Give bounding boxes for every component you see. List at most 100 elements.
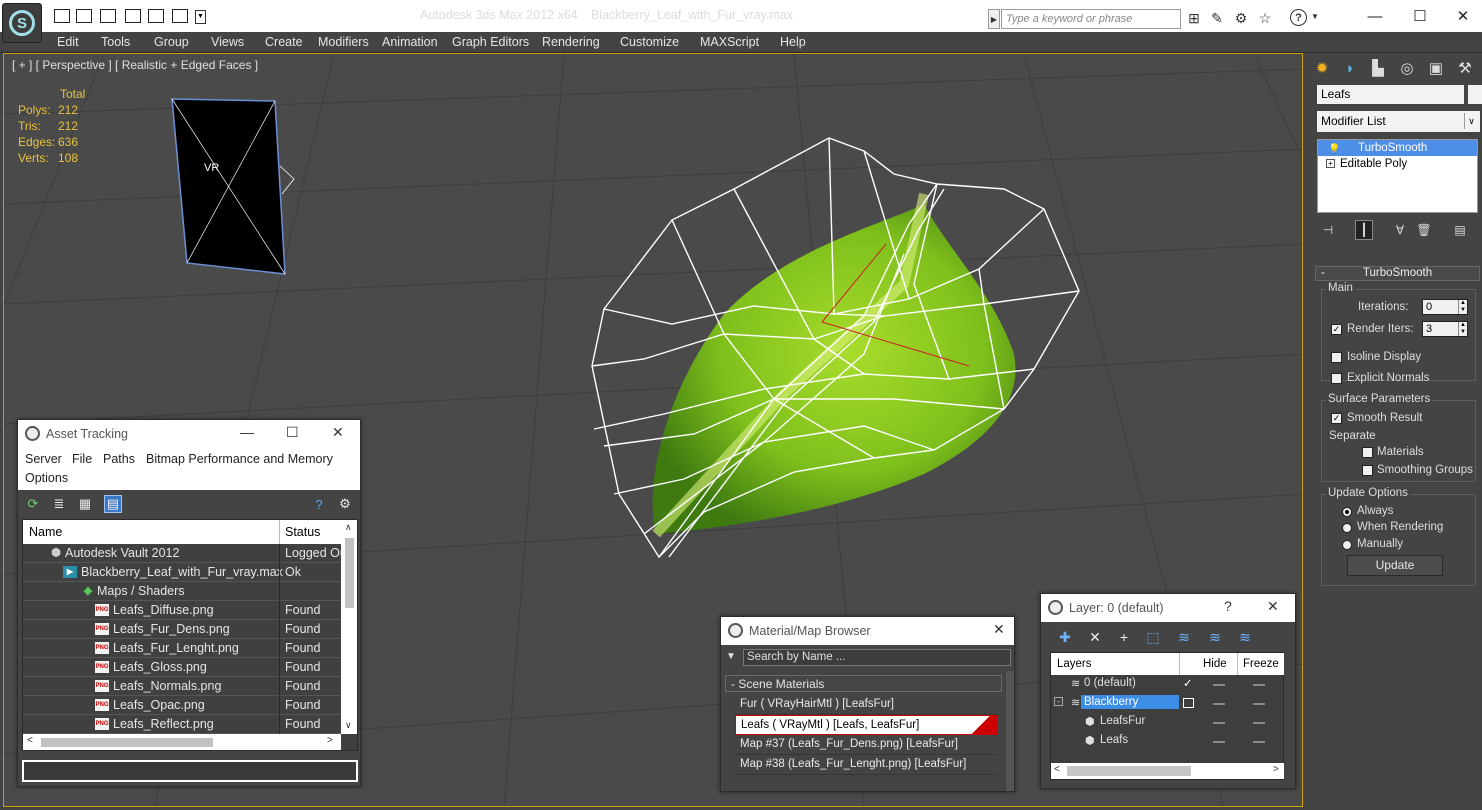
menu-maxscript[interactable]: MAXScript xyxy=(700,35,759,49)
subscription-icon[interactable]: ✎ xyxy=(1208,9,1226,27)
menu-server[interactable]: Server xyxy=(25,452,62,466)
table-row[interactable]: PNG Leafs_Reflect.png Found xyxy=(23,715,341,734)
scroll-right-icon[interactable]: > xyxy=(1273,764,1279,775)
menu-tools[interactable]: Tools xyxy=(101,35,130,49)
expand-plus-icon[interactable]: + xyxy=(1326,159,1335,168)
undo-icon[interactable] xyxy=(125,9,141,23)
freeze-all-layers-icon[interactable]: ≋ xyxy=(1235,628,1255,646)
material-search-input[interactable]: Search by Name ... xyxy=(743,649,1011,666)
scene-materials-section[interactable]: - Scene Materials xyxy=(725,675,1002,692)
maximize-icon[interactable]: ☐ xyxy=(286,424,299,441)
layer-row-default[interactable]: ≋ 0 (default) ✓ xyxy=(1051,675,1284,694)
iterations-spinner[interactable]: 0 ▲ ▼ xyxy=(1422,299,1468,315)
utilities-tab-icon[interactable]: ⚒ xyxy=(1454,57,1476,79)
menu-animation[interactable]: Animation xyxy=(382,35,438,49)
menu-modifiers[interactable]: Modifiers xyxy=(318,35,369,49)
motion-tab-icon[interactable]: ◎ xyxy=(1396,57,1418,79)
scroll-right-icon[interactable]: > xyxy=(327,735,333,746)
layer-row-leafsfur[interactable]: ⬢ LeafsFur xyxy=(1051,713,1284,732)
help-icon[interactable]: ? xyxy=(1224,598,1232,614)
collapse-minus-icon[interactable]: - xyxy=(1054,697,1063,706)
save-file-icon[interactable] xyxy=(100,9,116,23)
update-button[interactable]: Update xyxy=(1347,555,1443,576)
search-input[interactable]: Type a keyword or phrase xyxy=(1001,9,1181,29)
layer-row-leafs[interactable]: ⬢ Leafs xyxy=(1051,732,1284,751)
close-icon[interactable]: ✕ xyxy=(993,621,1005,638)
list-view-icon[interactable]: ≣ xyxy=(50,495,68,513)
scrollbar-thumb[interactable] xyxy=(41,738,213,747)
turbosmooth-rollout-header[interactable]: - TurboSmooth xyxy=(1315,266,1480,281)
spinner-arrows-icon[interactable]: ▲ ▼ xyxy=(1458,322,1467,336)
maximize-icon[interactable]: ☐ xyxy=(1400,4,1440,28)
menu-create[interactable]: Create xyxy=(265,35,303,49)
table-row[interactable]: PNG Leafs_Opac.png Found xyxy=(23,696,341,715)
table-row[interactable]: PNG Leafs_Diffuse.png Found xyxy=(23,601,341,620)
thumbnail-view-icon[interactable]: ▦ xyxy=(76,495,94,513)
table-row[interactable]: PNG Leafs_Fur_Dens.png Found xyxy=(23,620,341,639)
menu-paths[interactable]: Paths xyxy=(103,452,135,466)
help-settings-icon[interactable]: ⚙ xyxy=(336,495,354,513)
material-item-map-38[interactable]: Map #38 (Leafs_Fur_Lenght.png) [LeafsFur… xyxy=(735,755,997,775)
smoothing-groups-checkbox[interactable] xyxy=(1362,465,1373,476)
highlight-selected-icon[interactable]: ≋ xyxy=(1174,628,1194,646)
active-layer-check-icon[interactable]: ✓ xyxy=(1183,676,1193,690)
show-end-result-icon[interactable]: ┃ xyxy=(1355,220,1373,240)
render-iters-checkbox[interactable]: ✓ xyxy=(1331,324,1342,335)
material-item-leafs[interactable]: Leafs ( VRayMtl ) [Leafs, LeafsFur] xyxy=(735,715,997,735)
remove-modifier-icon[interactable]: 🗑 xyxy=(1415,220,1433,240)
add-to-layer-icon[interactable]: + xyxy=(1114,628,1134,646)
scrollbar-thumb[interactable] xyxy=(345,538,354,608)
column-freeze[interactable]: Freeze xyxy=(1243,658,1279,670)
application-button[interactable]: S xyxy=(2,3,42,43)
menu-edit[interactable]: Edit xyxy=(57,35,79,49)
close-icon[interactable]: ✕ xyxy=(1267,598,1279,615)
when-rendering-radio[interactable] xyxy=(1342,523,1352,533)
quick-access-dropdown-icon[interactable]: ▼ xyxy=(195,10,206,24)
viewport-label[interactable]: [ + ] [ Perspective ] [ Realistic + Edge… xyxy=(12,58,258,72)
new-scene-icon[interactable] xyxy=(54,9,70,23)
menu-options[interactable]: Options xyxy=(25,471,68,485)
help-icon[interactable]: ? xyxy=(1290,9,1307,26)
column-name[interactable]: Name xyxy=(29,525,62,539)
help-query-icon[interactable]: ? xyxy=(310,495,328,513)
create-tab-icon[interactable]: ✹ xyxy=(1311,57,1333,79)
pin-stack-icon[interactable]: ⊣ xyxy=(1319,220,1337,240)
object-name-field[interactable]: Leafs xyxy=(1317,85,1464,104)
horizontal-scrollbar[interactable]: < > xyxy=(1051,763,1284,779)
material-scrollbar[interactable] xyxy=(1006,671,1014,791)
table-row[interactable]: PNG Leafs_Fur_Lenght.png Found xyxy=(23,639,341,658)
menu-rendering[interactable]: Rendering xyxy=(542,35,600,49)
table-row[interactable]: PNG Leafs_Gloss.png Found xyxy=(23,658,341,677)
favorites-star-icon[interactable]: ☆ xyxy=(1256,9,1274,27)
minimize-icon[interactable]: — xyxy=(240,424,254,440)
smooth-result-checkbox[interactable]: ✓ xyxy=(1331,413,1342,424)
refresh-icon[interactable]: ⟳ xyxy=(24,495,42,513)
object-color-swatch[interactable] xyxy=(1466,85,1482,104)
table-row[interactable]: ◈ Maps / Shaders xyxy=(23,582,341,601)
redo-icon[interactable] xyxy=(148,9,164,23)
layer-row-blackberry[interactable]: - ≋ Blackberry xyxy=(1051,694,1284,713)
menu-group[interactable]: Group xyxy=(154,35,189,49)
explicit-normals-checkbox[interactable] xyxy=(1331,373,1342,384)
asset-tracking-titlebar[interactable]: Asset Tracking — ☐ ✕ xyxy=(18,420,360,448)
create-layer-icon[interactable]: ✚ xyxy=(1055,628,1075,646)
column-status[interactable]: Status xyxy=(285,525,320,539)
asset-path-field[interactable] xyxy=(22,760,358,782)
minimize-icon[interactable]: — xyxy=(1355,4,1395,28)
communication-icon[interactable]: ⚙ xyxy=(1232,9,1250,27)
set-current-layer-icon[interactable] xyxy=(1183,698,1194,708)
isoline-display-checkbox[interactable] xyxy=(1331,352,1342,363)
manually-radio[interactable] xyxy=(1342,540,1352,550)
scroll-left-icon[interactable]: < xyxy=(27,735,33,746)
menu-help[interactable]: Help xyxy=(780,35,806,49)
render-iters-spinner[interactable]: 3 ▲ ▼ xyxy=(1422,321,1468,337)
menu-views[interactable]: Views xyxy=(211,35,244,49)
material-item-map-37[interactable]: Map #37 (Leafs_Fur_Dens.png) [LeafsFur] xyxy=(735,735,997,755)
close-icon[interactable]: ✕ xyxy=(332,424,344,441)
stack-item-editable-poly[interactable]: + Editable Poly xyxy=(1318,156,1477,172)
hierarchy-tab-icon[interactable]: ▙ xyxy=(1367,57,1389,79)
project-folder-icon[interactable] xyxy=(172,9,188,23)
table-row[interactable]: PNG Leafs_Normals.png Found xyxy=(23,677,341,696)
delete-layer-icon[interactable]: ✕ xyxy=(1085,628,1105,646)
close-icon[interactable]: ✕ xyxy=(1443,4,1482,28)
